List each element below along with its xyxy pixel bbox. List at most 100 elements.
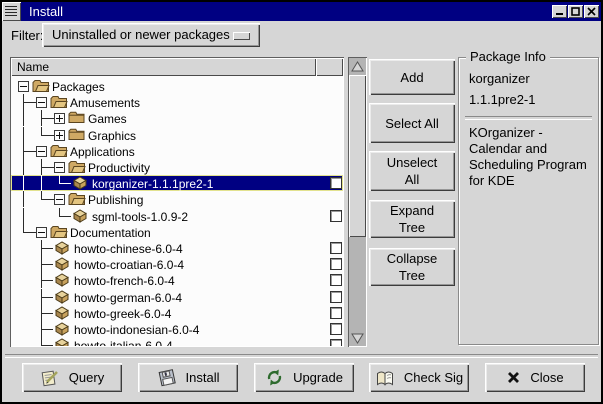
button-label: Select All <box>381 115 443 132</box>
tree-row-label: korganizer-1.1.1pre2-1 <box>92 177 213 191</box>
scroll-up-arrow[interactable] <box>349 58 366 74</box>
add-button[interactable]: Add <box>369 59 455 95</box>
column-header-stub[interactable] <box>316 58 343 76</box>
scroll-down-arrow[interactable] <box>349 330 366 346</box>
button-label: Query <box>69 370 104 385</box>
collapse-minus-icon[interactable] <box>36 97 47 108</box>
upgrade-button[interactable]: Upgrade <box>254 363 354 392</box>
column-header-label: Name <box>17 60 49 74</box>
tree-row-howto-german-6.0-4[interactable]: howto-german-6.0-4 <box>11 289 343 305</box>
tree-row-howto-chinese-6.0-4[interactable]: howto-chinese-6.0-4 <box>11 240 343 256</box>
expand-plus-icon[interactable] <box>54 130 65 141</box>
tree-connector-line <box>41 135 54 136</box>
collapse-minus-icon[interactable] <box>54 162 65 173</box>
tree-row-label: Documentation <box>70 226 151 240</box>
close-button[interactable] <box>584 5 599 18</box>
tree-row-label: Publishing <box>88 193 143 207</box>
package-checkbox[interactable] <box>330 258 342 270</box>
button-label: Unselect All <box>381 154 443 188</box>
tree-row-Publishing[interactable]: Publishing <box>11 191 343 207</box>
tree-row-Amusements[interactable]: Amusements <box>11 94 343 110</box>
package-tree: Name Packages AmusementsGames Graphics Appl… <box>10 57 344 347</box>
package-checkbox[interactable] <box>330 323 342 335</box>
button-label: Close <box>530 370 563 385</box>
tree-connector-line <box>41 297 53 298</box>
collapse-minus-icon[interactable] <box>54 194 65 205</box>
button-label: Expand Tree <box>381 202 443 236</box>
close-button[interactable]: Close <box>485 363 585 392</box>
tree-connector-line <box>41 345 53 346</box>
column-header-name[interactable]: Name <box>11 58 316 76</box>
tree-connector-line <box>41 248 53 249</box>
maximize-icon <box>571 7 580 16</box>
package-checkbox[interactable] <box>330 291 342 303</box>
tree-rows: Packages AmusementsGames Graphics Applicati… <box>11 76 343 346</box>
collapse-minus-icon[interactable] <box>36 146 47 157</box>
tree-row-label: Productivity <box>88 161 150 175</box>
tree-guide-line <box>23 175 24 191</box>
tree-guide-line <box>23 159 24 175</box>
tree-connector-line <box>23 232 36 233</box>
tree-row-Graphics[interactable]: Graphics <box>11 127 343 143</box>
check-sig-icon <box>375 369 395 387</box>
tree-connector-line <box>41 167 54 168</box>
package-checkbox[interactable] <box>330 210 342 222</box>
tree-row-howto-croatian-6.0-4[interactable]: howto-croatian-6.0-4 <box>11 256 343 272</box>
tree-connector-line <box>41 264 53 265</box>
filter-dropdown[interactable]: Uninstalled or newer packages <box>42 23 260 47</box>
tree-row-label: Amusements <box>70 96 140 110</box>
package-checkbox[interactable] <box>330 339 342 346</box>
close-icon <box>587 7 596 16</box>
upgrade-icon <box>265 368 284 387</box>
install-button[interactable]: Install <box>138 363 238 392</box>
expand-plus-icon[interactable] <box>54 113 65 124</box>
package-checkbox[interactable] <box>330 177 342 189</box>
titlebar[interactable]: Install <box>2 2 601 21</box>
expand-tree-button[interactable]: Expand Tree <box>369 200 455 238</box>
collapse-minus-icon[interactable] <box>18 81 29 92</box>
folder-closed-icon <box>68 128 85 144</box>
tree-row-label: howto-greek-6.0-4 <box>74 307 171 321</box>
tree-connector-line <box>23 151 36 152</box>
maximize-button[interactable] <box>568 5 583 18</box>
install-window: Install Filter: Uninstalled or newer pac… <box>0 0 603 404</box>
tree-row-label: Graphics <box>88 129 136 143</box>
package-checkbox[interactable] <box>330 242 342 254</box>
collapse-tree-button[interactable]: Collapse Tree <box>369 248 455 286</box>
package-info-title: Package Info <box>466 49 550 64</box>
check-sig-button[interactable]: Check Sig <box>369 363 469 392</box>
package-checkbox[interactable] <box>330 307 342 319</box>
query-button[interactable]: Query <box>22 363 122 392</box>
window-menu-button[interactable] <box>2 2 21 21</box>
tree-row-howto-indonesian-6.0-4[interactable]: howto-indonesian-6.0-4 <box>11 321 343 337</box>
package-info-panel: Package Info korganizer 1.1.1pre2-1 KOrg… <box>458 57 599 345</box>
scrollbar-thumb[interactable] <box>349 75 366 237</box>
select-all-button[interactable]: Select All <box>369 103 455 143</box>
tree-connector-line <box>41 118 54 119</box>
tree-row-label: Applications <box>70 145 135 159</box>
tree-row-howto-italian-6.0-4[interactable]: howto-italian-6.0-4 <box>11 337 343 346</box>
tree-row-howto-greek-6.0-4[interactable]: howto-greek-6.0-4 <box>11 305 343 321</box>
tree-row-Games[interactable]: Games <box>11 110 343 126</box>
collapse-minus-icon[interactable] <box>36 227 47 238</box>
install-icon <box>157 368 177 387</box>
minimize-button[interactable] <box>552 5 567 18</box>
tree-row-Documentation[interactable]: Documentation <box>11 224 343 240</box>
dropdown-grip-icon <box>233 32 250 40</box>
tree-row-Applications[interactable]: Applications <box>11 143 343 159</box>
tree-row-korganizer-1.1.1pre2-1[interactable]: korganizer-1.1.1pre2-1 <box>11 175 343 191</box>
tree-connector-line <box>41 313 53 314</box>
tree-row-Packages[interactable]: Packages <box>11 78 343 94</box>
tree-row-howto-french-6.0-4[interactable]: howto-french-6.0-4 <box>11 272 343 288</box>
package-checkbox[interactable] <box>330 274 342 286</box>
button-label: Install <box>186 370 220 385</box>
package-name: korganizer <box>469 71 530 86</box>
tree-guide-line <box>41 175 42 191</box>
tree-row-Productivity[interactable]: Productivity <box>11 159 343 175</box>
tree-row-sgml-tools-1.0.9-2[interactable]: sgml-tools-1.0.9-2 <box>11 208 343 224</box>
tree-row-label: Packages <box>52 80 105 94</box>
unselect-all-button[interactable]: Unselect All <box>369 151 455 191</box>
minimize-icon <box>555 7 564 16</box>
hamburger-icon <box>5 6 17 17</box>
tree-scrollbar[interactable] <box>348 57 367 347</box>
